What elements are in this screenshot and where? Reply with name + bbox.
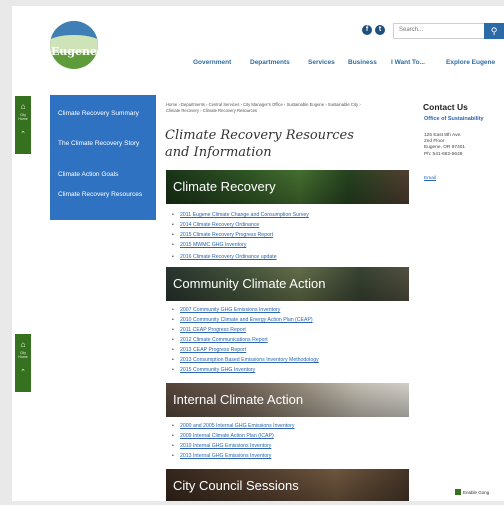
address-line: Ph: 541-682-5649	[424, 151, 463, 157]
subnav-item-summary[interactable]: Climate Recovery Summary	[58, 109, 150, 118]
subnav-item-goals[interactable]: Climate Action Goals	[58, 170, 150, 179]
gong-icon	[455, 489, 461, 495]
document-link[interactable]: 2013 CEAP Progress Report	[172, 345, 397, 355]
chevron-up-icon[interactable]: ⌃	[15, 130, 31, 138]
document-link[interactable]: 2013 Internal GHG Emissions Inventory	[172, 451, 397, 461]
contact-office-link[interactable]: Office of Sustainability	[424, 116, 494, 123]
contact-address: 125 East 8th Ave. 2nd Floor Eugene, OR 9…	[424, 133, 494, 158]
floating-tab-label: City Home	[18, 351, 28, 359]
internal-climate-action-links: 2000 and 2005 Internal GHG Emissions Inv…	[172, 421, 397, 461]
document-link[interactable]: 2012 Climate Communications Report	[172, 335, 397, 345]
nav-government[interactable]: Government	[193, 59, 231, 66]
search-icon: ⚲	[490, 26, 498, 36]
enable-gong-button[interactable]: Enable Gong	[455, 488, 499, 497]
floating-tab-label: City Home	[18, 113, 28, 121]
section-title: Community Climate Action	[173, 276, 326, 291]
document-link[interactable]: 2000 and 2005 Internal GHG Emissions Inv…	[172, 421, 397, 431]
home-icon: ⌂	[20, 340, 26, 349]
search-button[interactable]: ⚲	[484, 23, 504, 39]
section-subnav: Climate Recovery Summary The Climate Rec…	[50, 95, 156, 220]
home-icon: ⌂	[20, 102, 26, 111]
subnav-item-story[interactable]: The Climate Recovery Story	[58, 139, 150, 148]
facebook-icon[interactable]: f	[362, 25, 372, 35]
climate-recovery-links: 2011 Eugene Climate Change and Consumpti…	[172, 210, 397, 262]
document-link[interactable]: 2010 Internal GHG Emissions Inventory	[172, 441, 397, 451]
gong-label: Enable Gong	[463, 490, 490, 495]
document-link[interactable]: 2015 MWMC GHG Inventory	[172, 240, 397, 250]
document-link[interactable]: 2016 Climate Recovery Ordinance update	[172, 252, 397, 262]
chevron-up-icon[interactable]: ⌃	[15, 368, 31, 376]
document-link[interactable]: 2011 CEAP Progress Report	[172, 325, 397, 335]
nav-services[interactable]: Services	[308, 59, 335, 66]
floating-home-tab[interactable]: ⌂ City Home ⌃	[15, 334, 31, 392]
nav-departments[interactable]: Departments	[250, 59, 290, 66]
document-link[interactable]: 2007 Community GHG Emissions Inventory	[172, 305, 397, 315]
nav-explore-eugene[interactable]: Explore Eugene	[446, 59, 495, 66]
document-link[interactable]: 2015 Community GHG Inventory	[172, 365, 397, 375]
search-input[interactable]: Search...	[393, 23, 489, 39]
city-council-sessions-banner: City Council Sessions	[166, 469, 409, 501]
contact-email-link[interactable]: Email	[424, 176, 436, 181]
section-title: Internal Climate Action	[173, 392, 304, 407]
climate-recovery-banner: Climate Recovery	[166, 170, 409, 204]
twitter-icon[interactable]: t	[375, 25, 385, 35]
eugene-logo[interactable]: Eugene	[50, 21, 98, 69]
internal-climate-action-banner: Internal Climate Action	[166, 383, 409, 417]
community-climate-action-links: 2007 Community GHG Emissions Inventory 2…	[172, 305, 397, 375]
document-link[interactable]: 2014 Climate Recovery Ordinance	[172, 220, 397, 230]
section-title: Climate Recovery	[173, 179, 276, 194]
section-title: City Council Sessions	[173, 478, 299, 493]
breadcrumb[interactable]: Home › Departments › Central Services › …	[166, 102, 371, 114]
subnav-item-resources[interactable]: Climate Recovery Resources	[58, 190, 150, 199]
contact-heading: Contact Us	[423, 102, 468, 112]
document-link[interactable]: 2009 Internal Climate Action Plan (ICAP)	[172, 431, 397, 441]
document-link[interactable]: 2011 Eugene Climate Change and Consumpti…	[172, 210, 397, 220]
logo-wordmark: Eugene	[50, 45, 98, 58]
page: Eugene f t Search... ⚲ Government Depart…	[12, 6, 504, 501]
document-link[interactable]: 2013 Consumption Based Emissions Invento…	[172, 355, 397, 365]
document-link[interactable]: 2015 Climate Recovery Progress Report	[172, 230, 397, 240]
document-link[interactable]: 2010 Community Climate and Energy Action…	[172, 315, 397, 325]
nav-i-want-to[interactable]: I Want To...	[391, 59, 425, 66]
floating-home-tab[interactable]: ⌂ City Home ⌃	[15, 96, 31, 154]
community-climate-action-banner: Community Climate Action	[166, 267, 409, 301]
nav-business[interactable]: Business	[348, 59, 377, 66]
page-title: Climate Recovery Resources and Informati…	[165, 128, 354, 160]
